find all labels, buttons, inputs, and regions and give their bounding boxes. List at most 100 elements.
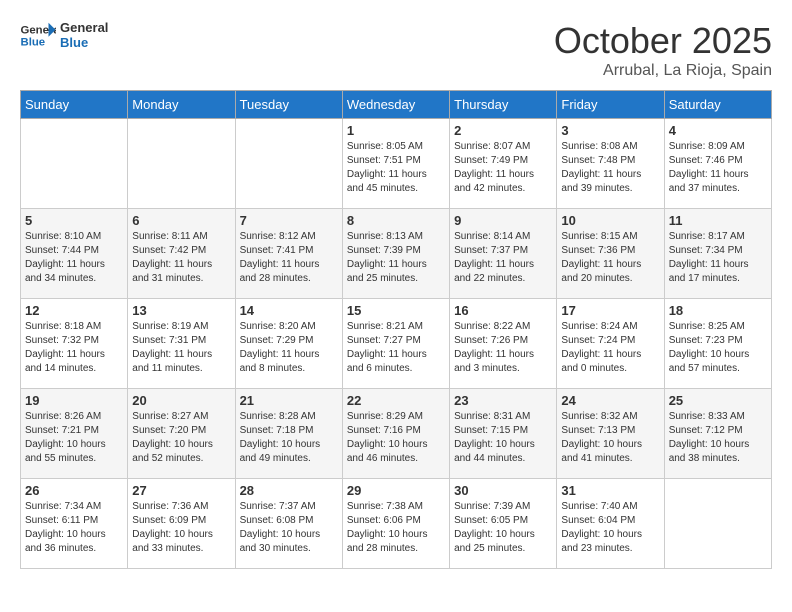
day-number: 18 — [669, 303, 767, 318]
weekday-header-monday: Monday — [128, 91, 235, 119]
day-info: Sunrise: 8:26 AM Sunset: 7:21 PM Dayligh… — [25, 410, 123, 466]
day-number: 30 — [454, 483, 552, 498]
calendar-cell: 30 Sunrise: 7:39 AM Sunset: 6:05 PM Dayli… — [450, 479, 557, 569]
weekday-header-wednesday: Wednesday — [342, 91, 449, 119]
calendar-cell: 17 Sunrise: 8:24 AM Sunset: 7:24 PM Dayli… — [557, 299, 664, 389]
day-info: Sunrise: 8:10 AM Sunset: 7:44 PM Dayligh… — [25, 230, 123, 286]
week-row-3: 12 Sunrise: 8:18 AM Sunset: 7:32 PM Dayli… — [21, 299, 772, 389]
calendar-cell: 26 Sunrise: 7:34 AM Sunset: 6:11 PM Dayli… — [21, 479, 128, 569]
day-number: 26 — [25, 483, 123, 498]
day-info: Sunrise: 8:24 AM Sunset: 7:24 PM Dayligh… — [561, 320, 659, 376]
day-info: Sunrise: 8:05 AM Sunset: 7:51 PM Dayligh… — [347, 140, 445, 196]
day-number: 19 — [25, 393, 123, 408]
day-info: Sunrise: 8:17 AM Sunset: 7:34 PM Dayligh… — [669, 230, 767, 286]
calendar-cell: 21 Sunrise: 8:28 AM Sunset: 7:18 PM Dayli… — [235, 389, 342, 479]
logo-icon: General Blue — [20, 21, 56, 49]
calendar-cell: 3Sunrise: 8:08 AM Sunset: 7:48 PM Daylig… — [557, 119, 664, 209]
day-info: Sunrise: 8:28 AM Sunset: 7:18 PM Dayligh… — [240, 410, 338, 466]
day-number: 16 — [454, 303, 552, 318]
week-row-2: 5 Sunrise: 8:10 AM Sunset: 7:44 PM Daylig… — [21, 209, 772, 299]
calendar-cell — [21, 119, 128, 209]
svg-text:Blue: Blue — [21, 37, 46, 49]
calendar-cell: 2Sunrise: 8:07 AM Sunset: 7:49 PM Daylig… — [450, 119, 557, 209]
day-number: 25 — [669, 393, 767, 408]
logo-line2: Blue — [60, 35, 108, 50]
day-info: Sunrise: 7:34 AM Sunset: 6:11 PM Dayligh… — [25, 500, 123, 556]
day-number: 4 — [669, 123, 767, 138]
day-info: Sunrise: 8:11 AM Sunset: 7:42 PM Dayligh… — [132, 230, 230, 286]
day-number: 27 — [132, 483, 230, 498]
day-info: Sunrise: 8:33 AM Sunset: 7:12 PM Dayligh… — [669, 410, 767, 466]
page-header: General Blue General Blue October 2025 A… — [20, 20, 772, 80]
calendar-cell: 20 Sunrise: 8:27 AM Sunset: 7:20 PM Dayli… — [128, 389, 235, 479]
calendar-cell: 13 Sunrise: 8:19 AM Sunset: 7:31 PM Dayli… — [128, 299, 235, 389]
logo-line1: General — [60, 20, 108, 35]
weekday-header-row: SundayMondayTuesdayWednesdayThursdayFrid… — [21, 91, 772, 119]
day-number: 1 — [347, 123, 445, 138]
day-number: 6 — [132, 213, 230, 228]
calendar-cell: 16 Sunrise: 8:22 AM Sunset: 7:26 PM Dayli… — [450, 299, 557, 389]
weekday-header-thursday: Thursday — [450, 91, 557, 119]
calendar-cell: 7Sunrise: 8:12 AM Sunset: 7:41 PM Daylig… — [235, 209, 342, 299]
calendar-table: SundayMondayTuesdayWednesdayThursdayFrid… — [20, 90, 772, 569]
day-number: 7 — [240, 213, 338, 228]
day-number: 21 — [240, 393, 338, 408]
day-info: Sunrise: 8:32 AM Sunset: 7:13 PM Dayligh… — [561, 410, 659, 466]
day-number: 5 — [25, 213, 123, 228]
calendar-cell: 23Sunrise: 8:31 AM Sunset: 7:15 PM Dayli… — [450, 389, 557, 479]
weekday-header-tuesday: Tuesday — [235, 91, 342, 119]
day-number: 17 — [561, 303, 659, 318]
day-number: 31 — [561, 483, 659, 498]
calendar-cell: 31 Sunrise: 7:40 AM Sunset: 6:04 PM Dayli… — [557, 479, 664, 569]
calendar-cell: 28 Sunrise: 7:37 AM Sunset: 6:08 PM Dayli… — [235, 479, 342, 569]
day-info: Sunrise: 8:22 AM Sunset: 7:26 PM Dayligh… — [454, 320, 552, 376]
calendar-cell: 11 Sunrise: 8:17 AM Sunset: 7:34 PM Dayli… — [664, 209, 771, 299]
calendar-cell: 6 Sunrise: 8:11 AM Sunset: 7:42 PM Daylig… — [128, 209, 235, 299]
logo: General Blue General Blue — [20, 20, 108, 50]
day-info: Sunrise: 7:36 AM Sunset: 6:09 PM Dayligh… — [132, 500, 230, 556]
title-block: October 2025 Arrubal, La Rioja, Spain — [554, 20, 772, 80]
day-info: Sunrise: 8:25 AM Sunset: 7:23 PM Dayligh… — [669, 320, 767, 376]
weekday-header-saturday: Saturday — [664, 91, 771, 119]
day-info: Sunrise: 7:38 AM Sunset: 6:06 PM Dayligh… — [347, 500, 445, 556]
day-info: Sunrise: 8:19 AM Sunset: 7:31 PM Dayligh… — [132, 320, 230, 376]
calendar-cell: 9Sunrise: 8:14 AM Sunset: 7:37 PM Daylig… — [450, 209, 557, 299]
day-number: 20 — [132, 393, 230, 408]
calendar-cell — [664, 479, 771, 569]
day-number: 14 — [240, 303, 338, 318]
day-number: 22 — [347, 393, 445, 408]
week-row-1: 1 Sunrise: 8:05 AM Sunset: 7:51 PM Daylig… — [21, 119, 772, 209]
day-number: 11 — [669, 213, 767, 228]
day-info: Sunrise: 7:37 AM Sunset: 6:08 PM Dayligh… — [240, 500, 338, 556]
calendar-cell: 4 Sunrise: 8:09 AM Sunset: 7:46 PM Daylig… — [664, 119, 771, 209]
calendar-cell: 15 Sunrise: 8:21 AM Sunset: 7:27 PM Dayli… — [342, 299, 449, 389]
calendar-cell: 25 Sunrise: 8:33 AM Sunset: 7:12 PM Dayli… — [664, 389, 771, 479]
location-subtitle: Arrubal, La Rioja, Spain — [554, 62, 772, 80]
calendar-cell: 27 Sunrise: 7:36 AM Sunset: 6:09 PM Dayli… — [128, 479, 235, 569]
day-info: Sunrise: 8:14 AM Sunset: 7:37 PM Dayligh… — [454, 230, 552, 286]
day-info: Sunrise: 8:21 AM Sunset: 7:27 PM Dayligh… — [347, 320, 445, 376]
calendar-cell: 1 Sunrise: 8:05 AM Sunset: 7:51 PM Daylig… — [342, 119, 449, 209]
calendar-cell: 5 Sunrise: 8:10 AM Sunset: 7:44 PM Daylig… — [21, 209, 128, 299]
day-number: 12 — [25, 303, 123, 318]
day-number: 24 — [561, 393, 659, 408]
day-number: 13 — [132, 303, 230, 318]
calendar-cell: 19 Sunrise: 8:26 AM Sunset: 7:21 PM Dayli… — [21, 389, 128, 479]
day-info: Sunrise: 8:18 AM Sunset: 7:32 PM Dayligh… — [25, 320, 123, 376]
day-number: 28 — [240, 483, 338, 498]
month-title: October 2025 — [554, 20, 772, 62]
calendar-cell — [235, 119, 342, 209]
calendar-cell: 29Sunrise: 7:38 AM Sunset: 6:06 PM Dayli… — [342, 479, 449, 569]
calendar-cell: 8Sunrise: 8:13 AM Sunset: 7:39 PM Daylig… — [342, 209, 449, 299]
day-number: 2 — [454, 123, 552, 138]
calendar-cell: 14 Sunrise: 8:20 AM Sunset: 7:29 PM Dayli… — [235, 299, 342, 389]
day-info: Sunrise: 7:39 AM Sunset: 6:05 PM Dayligh… — [454, 500, 552, 556]
day-info: Sunrise: 8:27 AM Sunset: 7:20 PM Dayligh… — [132, 410, 230, 466]
day-info: Sunrise: 8:20 AM Sunset: 7:29 PM Dayligh… — [240, 320, 338, 376]
day-info: Sunrise: 7:40 AM Sunset: 6:04 PM Dayligh… — [561, 500, 659, 556]
day-number: 23 — [454, 393, 552, 408]
weekday-header-friday: Friday — [557, 91, 664, 119]
day-info: Sunrise: 8:09 AM Sunset: 7:46 PM Dayligh… — [669, 140, 767, 196]
week-row-4: 19 Sunrise: 8:26 AM Sunset: 7:21 PM Dayli… — [21, 389, 772, 479]
day-number: 15 — [347, 303, 445, 318]
